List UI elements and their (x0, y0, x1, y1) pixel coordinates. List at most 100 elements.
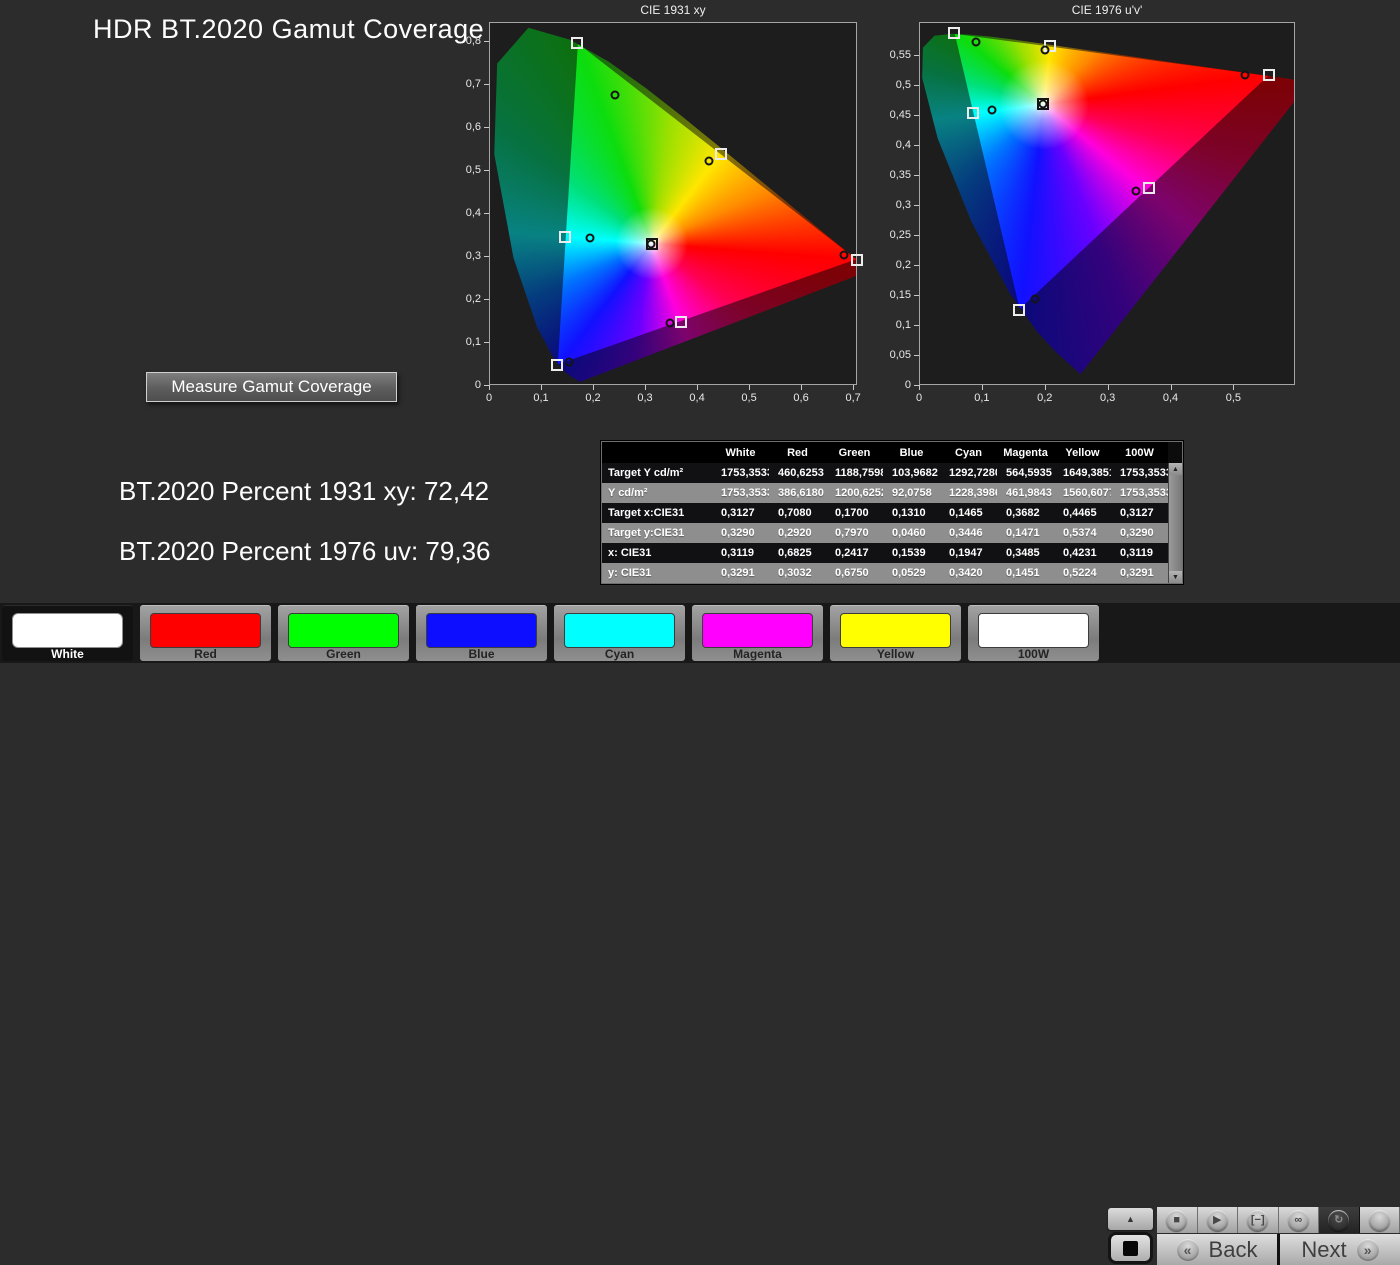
panel-expand-button[interactable]: ▲ (1108, 1208, 1153, 1230)
x-axis-tick (919, 385, 920, 390)
column-header: White (712, 442, 769, 463)
table-value: 1753,3533 (712, 463, 769, 483)
color-patch (978, 613, 1089, 648)
table-row: y: CIE310,32910,30320,67500,05290,34200,… (602, 563, 1168, 583)
table-value: 0,6750 (826, 563, 883, 583)
color-patch (840, 613, 951, 648)
table-value: 1753,3533 (712, 483, 769, 503)
table-row: Target x:CIE310,31270,70800,17000,13100,… (602, 503, 1168, 523)
indicator-button[interactable] (1360, 1207, 1400, 1233)
table-value: 0,1451 (997, 563, 1054, 583)
table-value: 460,6253 (769, 463, 826, 483)
x-axis-tick-label: 0 (486, 392, 492, 404)
table-row: Y cd/m²1753,3533386,61801200,625292,0758… (602, 483, 1168, 503)
table-value: 0,3290 (1111, 523, 1168, 543)
table-value: 0,3290 (712, 523, 769, 543)
table-value: 1753,3533 (1111, 463, 1168, 483)
scroll-up-button[interactable]: ▲ (1169, 463, 1182, 475)
single-measure-icon: [−] (1247, 1210, 1268, 1231)
pattern-swatch-green[interactable]: Green (278, 605, 409, 661)
next-button[interactable]: Next » (1280, 1234, 1400, 1265)
back-button[interactable]: « Back (1157, 1234, 1277, 1265)
y-axis-tick-label: 0,3 (896, 199, 911, 211)
x-axis-tick-label: 0,5 (741, 392, 756, 404)
table-value: 0,5374 (1054, 523, 1111, 543)
y-axis-tick-label: 0,35 (890, 169, 911, 181)
swatch-label: Green (278, 647, 409, 661)
x-axis-tick-label: 0,7 (845, 392, 860, 404)
gamut-result-1931: BT.2020 Percent 1931 xy: 72,42 (119, 476, 489, 507)
row-label: Target Y cd/m² (602, 463, 712, 483)
table-corner-cell (602, 442, 712, 463)
y-axis-tick-label: 0,1 (896, 319, 911, 331)
chart-plot (489, 22, 857, 385)
up-arrow-icon: ▲ (1126, 1214, 1135, 1224)
table-scrollbar[interactable]: ▲ ▼ (1168, 463, 1182, 583)
indicator-icon (1369, 1210, 1390, 1231)
pattern-swatch-magenta[interactable]: Magenta (692, 605, 823, 661)
table-row: x: CIE310,31190,68250,24170,15390,19470,… (602, 543, 1168, 563)
color-patch (426, 613, 537, 648)
table-value: 1228,3986 (940, 483, 997, 503)
table-value: 103,9682 (883, 463, 940, 483)
y-axis-tick-label: 0,3 (466, 250, 481, 262)
x-axis-tick-label: 0,1 (974, 392, 989, 404)
table-value: 0,4465 (1054, 503, 1111, 523)
pattern-swatch-yellow[interactable]: Yellow (830, 605, 961, 661)
next-chevron-icon: » (1357, 1239, 1379, 1261)
refresh-button[interactable]: ↻ (1319, 1207, 1360, 1233)
chart-plot (919, 22, 1295, 385)
table-value: 0,1465 (940, 503, 997, 523)
column-header: 100W (1111, 442, 1168, 463)
table-value: 0,4231 (1054, 543, 1111, 563)
x-axis-tick (697, 385, 698, 390)
y-axis-tick-label: 0,6 (466, 121, 481, 133)
stop-button[interactable]: ■ (1157, 1207, 1198, 1233)
table-row: Target Y cd/m²1753,3533460,62531188,7598… (602, 463, 1168, 483)
row-label: x: CIE31 (602, 543, 712, 563)
x-axis-tick (593, 385, 594, 390)
table-value: 1560,6077 (1054, 483, 1111, 503)
x-axis-tick (645, 385, 646, 390)
table-value: 0,7970 (826, 523, 883, 543)
swatch-label: Red (140, 647, 271, 661)
x-axis-tick-label: 0,3 (1100, 392, 1115, 404)
table-value: 0,3119 (712, 543, 769, 563)
measurement-table: WhiteRedGreenBlueCyanMagentaYellow100WTa… (601, 441, 1183, 584)
y-axis-tick-label: 0,55 (890, 49, 911, 61)
x-axis-tick (801, 385, 802, 390)
y-axis-tick-label: 0,05 (890, 349, 911, 361)
continuous-measure-button[interactable]: ∞ (1279, 1207, 1320, 1233)
table-value: 1200,6252 (826, 483, 883, 503)
table-value: 0,1539 (883, 543, 940, 563)
back-label: Back (1209, 1237, 1258, 1263)
pattern-swatch-red[interactable]: Red (140, 605, 271, 661)
cie-1976-uv-chart: CIE 1976 u'v' 00,10,20,30,40,500,050,10,… (919, 22, 1295, 385)
pattern-swatch-blue[interactable]: Blue (416, 605, 547, 661)
x-axis-tick (982, 385, 983, 390)
scroll-down-button[interactable]: ▼ (1169, 571, 1182, 583)
table-value: 0,0460 (883, 523, 940, 543)
table-value: 1753,3533 (1111, 483, 1168, 503)
table-value: 0,3446 (940, 523, 997, 543)
table-value: 0,2920 (769, 523, 826, 543)
table-value: 0,3127 (712, 503, 769, 523)
x-axis-tick (489, 385, 490, 390)
swatch-label: Blue (416, 647, 547, 661)
color-patch (564, 613, 675, 648)
x-axis-tick-label: 0,5 (1226, 392, 1241, 404)
play-button[interactable]: ▶ (1198, 1207, 1239, 1233)
x-axis-tick-label: 0,2 (585, 392, 600, 404)
table-value: 0,2417 (826, 543, 883, 563)
table-value: 0,3119 (1111, 543, 1168, 563)
row-label: Target y:CIE31 (602, 523, 712, 543)
table-value: 0,5224 (1054, 563, 1111, 583)
pattern-swatch-white[interactable]: White (2, 605, 133, 661)
pattern-swatch-cyan[interactable]: Cyan (554, 605, 685, 661)
y-axis-tick (484, 385, 489, 386)
single-measure-button[interactable]: [−] (1238, 1207, 1279, 1233)
pattern-swatch-100w[interactable]: 100W (968, 605, 1099, 661)
measure-gamut-coverage-button[interactable]: Measure Gamut Coverage (146, 372, 397, 402)
table-value: 0,1947 (940, 543, 997, 563)
measure-status-button[interactable] (1108, 1232, 1153, 1264)
